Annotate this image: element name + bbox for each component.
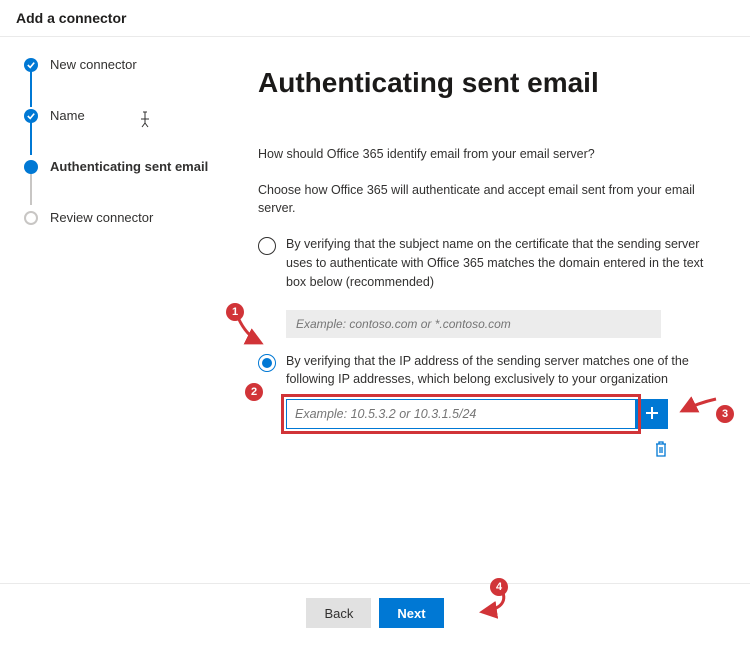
- annotation-arrow-icon: [678, 395, 718, 422]
- dialog-title: Add a connector: [0, 0, 750, 37]
- plus-icon: [645, 406, 659, 423]
- dialog-footer: Back Next 4: [0, 583, 750, 642]
- step-label: Review connector: [50, 210, 153, 225]
- domain-input[interactable]: [286, 310, 661, 338]
- step-connector-line: [30, 119, 32, 155]
- current-step-icon: [24, 160, 38, 174]
- delete-ip-button[interactable]: [286, 441, 668, 460]
- option-label: By verifying that the IP address of the …: [286, 352, 712, 390]
- step-new-connector[interactable]: New connector: [24, 57, 220, 72]
- next-button[interactable]: Next: [379, 598, 443, 628]
- annotation-badge-2: 2: [245, 383, 263, 401]
- step-connector-line: [30, 71, 32, 107]
- step-review[interactable]: Review connector: [24, 210, 220, 225]
- annotation-arrow-icon: [500, 588, 540, 621]
- check-icon: [24, 58, 38, 72]
- back-button[interactable]: Back: [306, 598, 371, 628]
- step-label: Authenticating sent email: [50, 159, 208, 174]
- trash-icon: [654, 445, 668, 460]
- radio-selected-icon[interactable]: [258, 354, 276, 372]
- step-connector-line: [30, 169, 32, 205]
- option-label: By verifying that the subject name on th…: [286, 235, 712, 291]
- step-authenticating[interactable]: Authenticating sent email: [24, 159, 220, 174]
- annotation-badge-3: 3: [716, 405, 734, 423]
- step-name[interactable]: Name: [24, 108, 220, 123]
- step-label: Name: [50, 108, 85, 123]
- add-ip-button[interactable]: [636, 399, 668, 429]
- annotation-badge-4: 4: [490, 578, 508, 596]
- radio-icon[interactable]: [258, 237, 276, 255]
- cursor-icon: [140, 111, 154, 129]
- instruction-text: Choose how Office 365 will authenticate …: [258, 181, 712, 217]
- check-icon: [24, 109, 38, 123]
- question-text: How should Office 365 identify email fro…: [258, 145, 712, 163]
- page-title: Authenticating sent email: [258, 67, 712, 99]
- ip-address-input[interactable]: [286, 399, 636, 429]
- wizard-steps-sidebar: New connector Name Authenticating sent e…: [0, 37, 230, 583]
- step-label: New connector: [50, 57, 137, 72]
- option-ip[interactable]: By verifying that the IP address of the …: [258, 352, 712, 390]
- future-step-icon: [24, 211, 38, 225]
- option-certificate[interactable]: By verifying that the subject name on th…: [258, 235, 712, 291]
- main-content: Authenticating sent email How should Off…: [230, 37, 750, 583]
